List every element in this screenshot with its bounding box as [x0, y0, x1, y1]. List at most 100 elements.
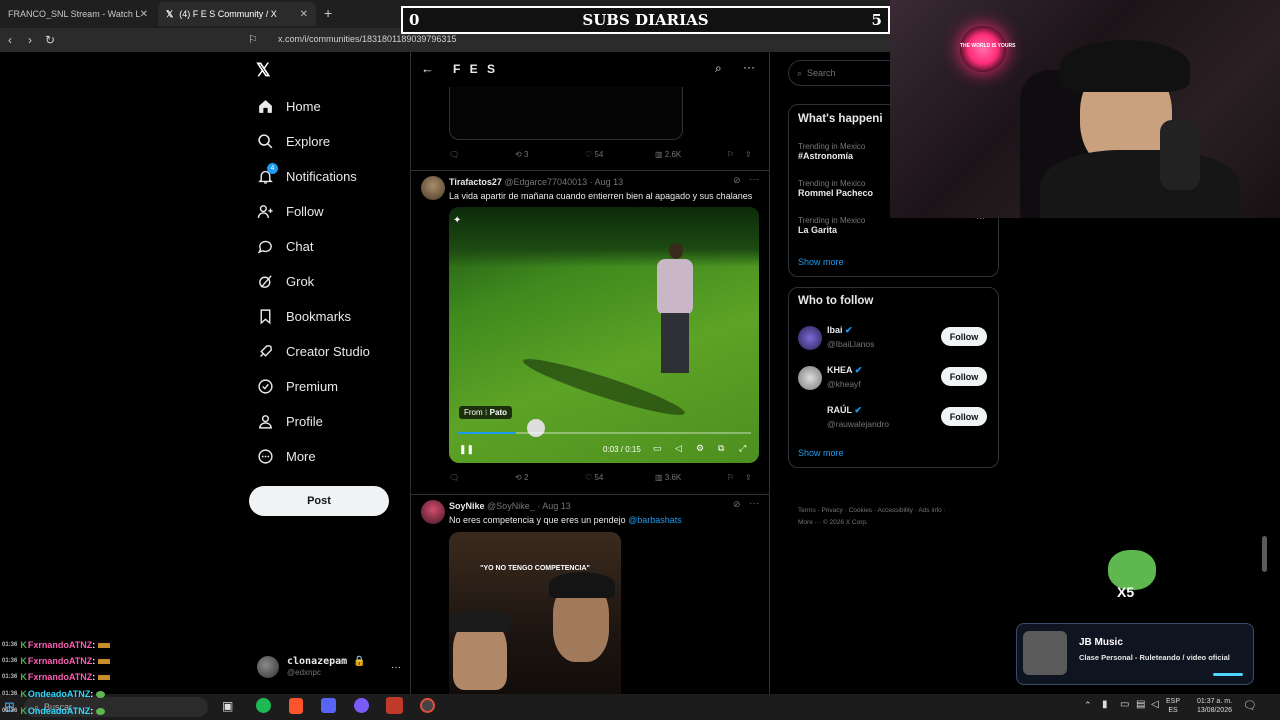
- sidebar-item-bookmarks[interactable]: Bookmarks: [249, 299, 409, 334]
- close-icon[interactable]: ✕: [300, 9, 308, 20]
- show-more-link[interactable]: Show more: [798, 257, 844, 267]
- bookmark-icon[interactable]: ⚐: [727, 150, 745, 159]
- mute-icon[interactable]: ◁: [675, 443, 682, 454]
- tray-icon[interactable]: ▮: [1102, 699, 1108, 710]
- tweet-author[interactable]: SoyNike: [449, 501, 485, 511]
- trend-item[interactable]: Trending in Mexico Rommel Pacheco: [798, 179, 873, 198]
- spotify-icon[interactable]: [256, 698, 271, 713]
- avatar[interactable]: [798, 326, 822, 350]
- pip-icon[interactable]: ⧉: [718, 443, 724, 454]
- avatar[interactable]: [421, 176, 445, 200]
- close-icon[interactable]: ✕: [140, 9, 148, 20]
- more-options-icon[interactable]: ···: [749, 498, 759, 509]
- footer-link[interactable]: Accessibility: [877, 507, 912, 514]
- search-input[interactable]: ⌕ Search: [788, 60, 891, 86]
- back-icon[interactable]: ‹: [0, 33, 20, 47]
- tray-icon[interactable]: ▭: [1120, 699, 1129, 710]
- music-progress: [1213, 673, 1243, 676]
- avatar[interactable]: [421, 500, 445, 524]
- language-indicator[interactable]: ESP ES: [1166, 697, 1180, 715]
- more-dots-icon[interactable]: ···: [391, 662, 401, 673]
- suggestion-name[interactable]: RAÚL ✔: [827, 405, 862, 416]
- back-arrow-icon[interactable]: ←: [421, 61, 434, 76]
- sidebar-item-home[interactable]: Home: [249, 89, 409, 124]
- new-tab-button[interactable]: +: [324, 5, 332, 21]
- forward-icon[interactable]: ›: [20, 33, 40, 47]
- tweet-mention[interactable]: @barbashats: [628, 515, 682, 525]
- more-options-icon[interactable]: ···: [749, 174, 759, 185]
- footer-link[interactable]: Ads info: [918, 507, 942, 514]
- settings-icon[interactable]: ⚙: [696, 443, 704, 454]
- sidebar-item-explore[interactable]: Explore: [249, 124, 409, 159]
- more-options-icon[interactable]: ···: [743, 60, 755, 74]
- notification-center-icon[interactable]: 🗨: [1243, 699, 1257, 712]
- fullscreen-icon[interactable]: ⤢: [739, 443, 746, 454]
- account-switcher[interactable]: clonazepam 🔒 @edxnpc ···: [257, 653, 407, 681]
- browser-tab-community[interactable]: 𝕏 (4) F E S Community / X ✕: [158, 2, 316, 26]
- views-button[interactable]: ▥ 3.6K: [655, 473, 727, 482]
- reply-icon[interactable]: 🗨: [449, 473, 515, 482]
- share-icon[interactable]: ⇪: [745, 150, 752, 159]
- tweet-handle[interactable]: @Edgarce77040013: [504, 177, 587, 187]
- footer-link[interactable]: Cookies: [849, 507, 872, 514]
- like-button[interactable]: ♡ 54: [585, 150, 655, 159]
- suggestion-name[interactable]: Ibai ✔: [827, 325, 853, 336]
- tweet-video[interactable]: ✦ From ⁝ Pato ❚❚ 0:03 / 0:15 ▭ ◁ ⚙ ⧉ ⤢: [449, 207, 759, 463]
- tweet-author[interactable]: Tirafactos27: [449, 177, 502, 187]
- page-scrollbar[interactable]: [1262, 536, 1267, 572]
- obs-icon[interactable]: [420, 698, 435, 713]
- trend-item[interactable]: Trending in Mexico #Astronomía: [798, 142, 865, 161]
- follow-button[interactable]: Follow: [941, 327, 987, 346]
- sidebar-item-grok[interactable]: Grok: [249, 264, 409, 299]
- avatar[interactable]: [798, 406, 822, 430]
- show-more-link[interactable]: Show more: [798, 448, 844, 458]
- footer-link[interactable]: Terms: [798, 507, 816, 514]
- post-button[interactable]: Post: [249, 486, 389, 516]
- sidebar-item-chat[interactable]: Chat: [249, 229, 409, 264]
- footer-link[interactable]: Privacy: [821, 507, 842, 514]
- share-icon[interactable]: ⇪: [745, 473, 752, 482]
- suggestion-name[interactable]: KHEA ✔: [827, 365, 862, 376]
- grok-icon[interactable]: ⊘: [733, 499, 741, 510]
- sidebar-item-creator-studio[interactable]: Creator Studio: [249, 334, 409, 369]
- footer-more-link[interactable]: More ···: [798, 519, 821, 526]
- sidebar-item-follow[interactable]: Follow: [249, 194, 409, 229]
- task-view-icon[interactable]: ▣: [222, 699, 233, 713]
- video-progress-track[interactable]: [457, 432, 751, 434]
- grok-icon[interactable]: ⊘: [733, 175, 741, 186]
- url-field[interactable]: x.com/i/communities/1831801189039796315: [278, 34, 456, 44]
- pause-icon[interactable]: ❚❚: [459, 444, 474, 455]
- app-icon[interactable]: [386, 697, 403, 714]
- bookmark-page-icon[interactable]: ⚐: [248, 33, 258, 46]
- follow-button[interactable]: Follow: [941, 367, 987, 386]
- bookmark-icon[interactable]: ⚐: [727, 473, 745, 482]
- network-icon[interactable]: ▤: [1136, 699, 1145, 710]
- captions-icon[interactable]: ▭: [653, 443, 662, 454]
- discord-icon[interactable]: [321, 698, 336, 713]
- clock[interactable]: 01:37 a. m. 13/08/2026: [1190, 697, 1232, 715]
- retweet-button[interactable]: ⟲ 3: [515, 150, 585, 159]
- tweet-handle[interactable]: @SoyNike_: [487, 501, 535, 511]
- retweet-button[interactable]: ⟲ 2: [515, 473, 585, 482]
- volume-icon[interactable]: ◁: [1151, 699, 1159, 710]
- avatar[interactable]: [798, 366, 822, 390]
- sidebar-item-more[interactable]: More: [249, 439, 409, 474]
- brave-icon[interactable]: [289, 698, 303, 714]
- sidebar-item-profile[interactable]: Profile: [249, 404, 409, 439]
- search-icon[interactable]: ⌕: [715, 61, 722, 76]
- trend-item[interactable]: Trending in Mexico La Garita: [798, 216, 865, 235]
- views-button[interactable]: ▥ 2.6K: [655, 150, 727, 159]
- app-icon[interactable]: [354, 698, 369, 713]
- follow-button[interactable]: Follow: [941, 407, 987, 426]
- x-logo-icon[interactable]: 𝕏: [256, 60, 274, 82]
- reply-icon[interactable]: 🗨: [449, 150, 515, 159]
- video-source-tag[interactable]: From ⁝ Pato: [459, 406, 513, 419]
- browser-tab-stream[interactable]: FRANCO_SNL Stream - Watch Live on ✕: [0, 2, 156, 26]
- tweet-media[interactable]: [449, 87, 683, 140]
- tweet-image[interactable]: "YO NO TENGO COMPETENCIA": [449, 532, 621, 720]
- like-button[interactable]: ♡ 54: [585, 473, 655, 482]
- sidebar-item-notifications[interactable]: 4 Notifications: [249, 159, 409, 194]
- tray-chevron-icon[interactable]: ⌃: [1084, 700, 1092, 711]
- sidebar-item-premium[interactable]: Premium: [249, 369, 409, 404]
- reload-icon[interactable]: ↻: [40, 33, 60, 47]
